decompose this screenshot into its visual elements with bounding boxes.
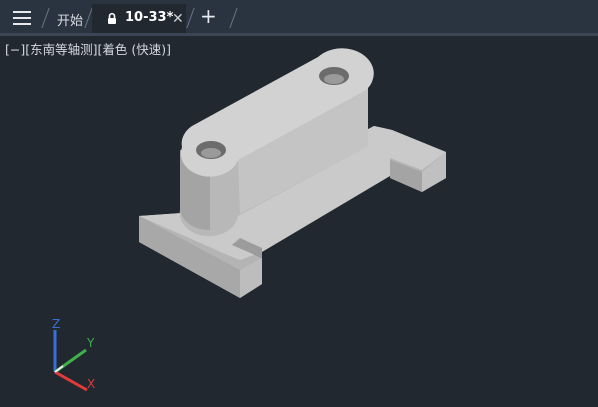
ucs-icon: Z Y X [52, 317, 95, 392]
axis-x-line [54, 370, 88, 392]
axis-x-label: X [87, 377, 95, 391]
axis-z-label: Z [52, 317, 60, 331]
axis-y-label: Y [86, 336, 95, 350]
